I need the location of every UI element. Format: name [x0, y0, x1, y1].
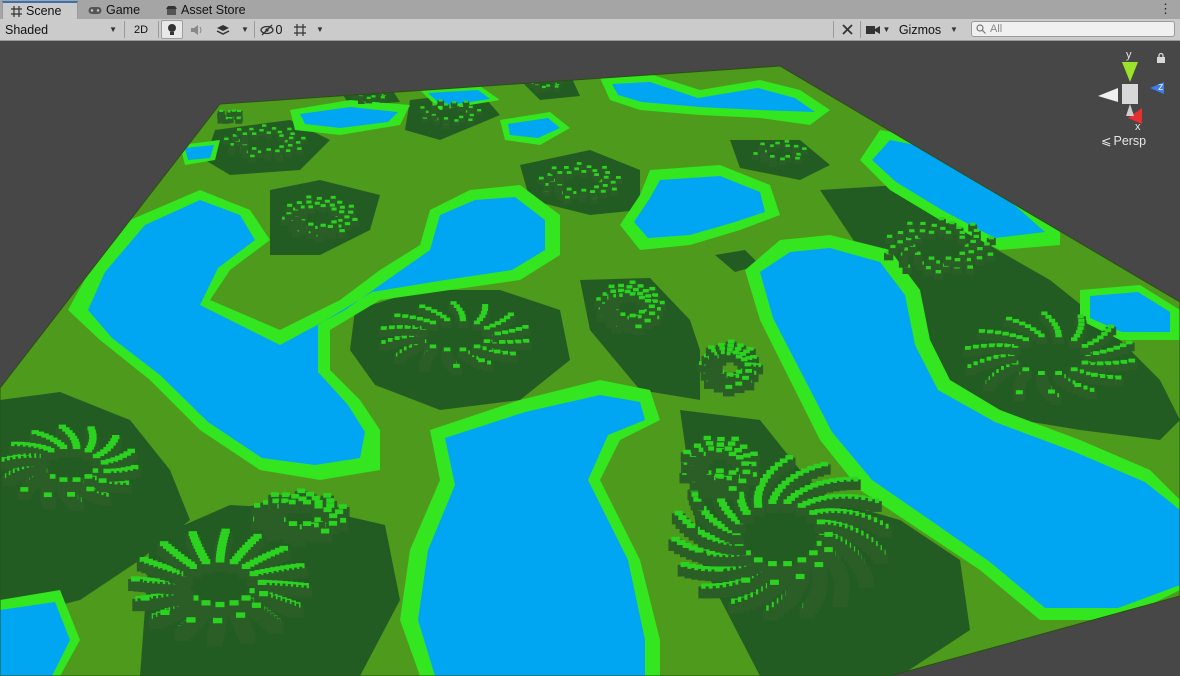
- effects-dropdown[interactable]: ▼: [238, 20, 252, 39]
- audio-toggle-button[interactable]: [186, 20, 208, 39]
- axis-y-label: y: [1126, 49, 1132, 61]
- camera-icon: [865, 25, 880, 34]
- tree: [534, 75, 542, 83]
- tree: [364, 84, 371, 92]
- tab-scene-label: Scene: [26, 4, 62, 18]
- tree: [383, 88, 390, 95]
- divider: [860, 21, 861, 38]
- tab-asset-store[interactable]: Asset Store: [158, 1, 258, 19]
- lock-icon[interactable]: [1156, 53, 1166, 63]
- tree: [533, 78, 540, 85]
- axis-x-label: x: [1135, 121, 1141, 133]
- draw-mode-dropdown[interactable]: Shaded ▼: [2, 20, 120, 39]
- tools-button[interactable]: [836, 20, 858, 39]
- chevron-down-icon: ▼: [109, 25, 117, 34]
- draw-mode-label: Shaded: [5, 22, 49, 37]
- eye-slash-icon: [259, 24, 274, 35]
- y-axis-cone[interactable]: [1122, 62, 1138, 82]
- chevron-left-icon: ⩽: [1101, 134, 1112, 148]
- search-icon: [976, 24, 986, 34]
- toggle-2d-label: 2D: [133, 23, 149, 36]
- gizmos-label: Gizmos: [898, 22, 942, 37]
- tree: [348, 90, 356, 97]
- grid-dropdown[interactable]: ▼: [313, 20, 327, 39]
- effects-toggle-button[interactable]: [210, 20, 236, 39]
- divider: [158, 21, 159, 38]
- panel-menu-icon[interactable]: ⋮: [1159, 2, 1172, 15]
- gizmos-dropdown[interactable]: ▼: [946, 20, 962, 39]
- chevron-down-icon: ▼: [950, 25, 958, 34]
- tree: [539, 74, 546, 81]
- speaker-icon: [191, 24, 202, 35]
- tab-scene[interactable]: Scene: [2, 1, 78, 19]
- store-icon: [166, 5, 177, 15]
- chevron-down-icon: ▼: [316, 25, 324, 34]
- camera-settings-button[interactable]: ▼: [862, 20, 894, 39]
- axis-z-label: z: [1158, 81, 1164, 93]
- gamepad-icon: [88, 6, 102, 14]
- tab-asset-store-label: Asset Store: [181, 3, 246, 17]
- projection-label: Persp: [1113, 133, 1147, 148]
- search-placeholder: All: [990, 23, 1003, 35]
- hierarchy-search-field[interactable]: All: [971, 21, 1175, 37]
- divider: [254, 21, 255, 38]
- scene-viewport[interactable]: y z x ⩽ Persp: [0, 41, 1180, 676]
- divider: [833, 21, 834, 38]
- lighting-toggle-button[interactable]: [161, 20, 183, 39]
- gizmos-button[interactable]: Gizmos: [896, 20, 944, 39]
- neg-x-axis-cone[interactable]: [1098, 88, 1118, 102]
- terrain-view[interactable]: [0, 41, 1180, 676]
- chevron-down-icon: ▼: [241, 25, 249, 34]
- tab-game-label: Game: [106, 3, 141, 17]
- light-bulb-icon: [168, 23, 176, 35]
- neg-y-axis-cone[interactable]: [1126, 104, 1134, 116]
- editor-tab-bar: Scene Game Asset Store ⋮: [0, 0, 1180, 20]
- chevron-down-icon: ▼: [882, 25, 891, 34]
- hidden-objects-count: 0: [275, 22, 283, 37]
- toggle-2d-button[interactable]: 2D: [128, 20, 154, 39]
- grid-snap-icon: [294, 23, 306, 36]
- hidden-objects-toggle[interactable]: 0: [257, 20, 285, 39]
- divider: [124, 21, 125, 38]
- grid-icon: [11, 5, 22, 17]
- grid-toggle-button[interactable]: [289, 20, 311, 39]
- tab-game[interactable]: Game: [80, 1, 168, 19]
- gizmo-center-cube[interactable]: [1122, 84, 1138, 104]
- scene-toolbar: Shaded ▼ 2D ▼ 0 ▼ ▼ Gizmos ▼ All: [0, 19, 1180, 41]
- tools-icon: [841, 24, 853, 35]
- projection-toggle[interactable]: ⩽ Persp: [1101, 133, 1147, 149]
- effects-stack-icon: [216, 24, 230, 35]
- tree: [359, 86, 366, 94]
